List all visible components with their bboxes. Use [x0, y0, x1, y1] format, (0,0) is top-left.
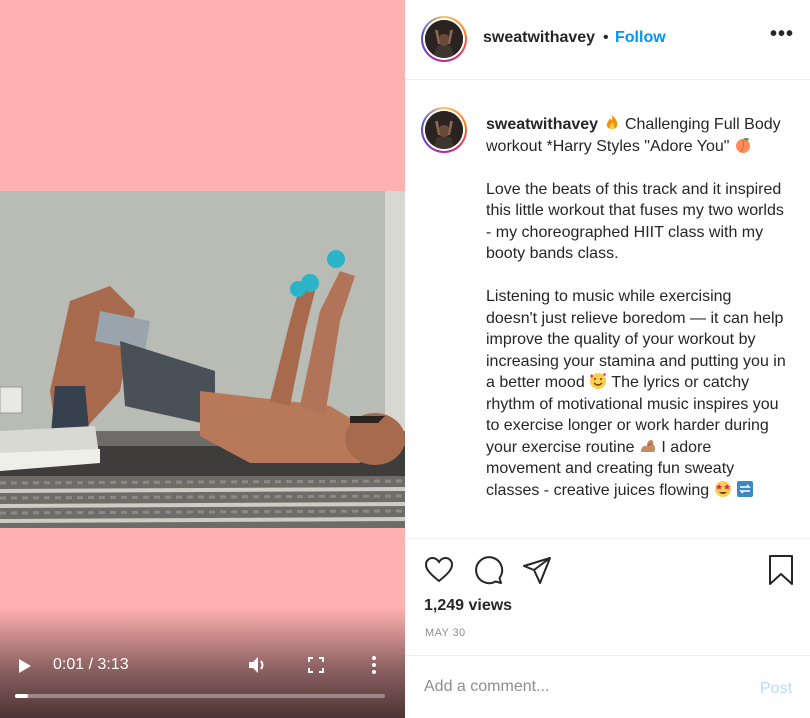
- video-progress-fill: [15, 694, 28, 698]
- video-controls: 0:01 / 3:13: [0, 648, 405, 682]
- follow-button[interactable]: Follow: [615, 29, 666, 47]
- post-panel: sweatwithavey • Follow ••• sweatwithavey…: [405, 0, 810, 718]
- video-progress-bar[interactable]: [15, 694, 385, 698]
- star-struck-emoji-icon: [714, 480, 732, 498]
- post-caption: sweatwithavey Challenging Full Body work…: [486, 114, 786, 523]
- arrows-emoji-icon: [736, 480, 754, 498]
- action-bar: [405, 552, 810, 592]
- bookmark-icon[interactable]: [765, 554, 797, 586]
- more-vertical-icon[interactable]: [366, 654, 382, 676]
- paper-plane-icon[interactable]: [521, 554, 553, 586]
- comment-icon[interactable]: [472, 554, 504, 586]
- caption-area[interactable]: sweatwithavey Challenging Full Body work…: [405, 81, 810, 539]
- video-player[interactable]: 0:01 / 3:13: [0, 0, 405, 718]
- post-comment-button[interactable]: Post: [760, 680, 792, 698]
- post-date[interactable]: MAY 30: [425, 627, 466, 639]
- follow-separator: •: [603, 29, 609, 46]
- fire-emoji-icon: [603, 114, 621, 132]
- heart-icon[interactable]: [423, 554, 455, 586]
- flexed-biceps-emoji-icon: [639, 437, 657, 455]
- caption-paragraph-2: Love the beats of this track and it insp…: [486, 180, 784, 263]
- author-username[interactable]: sweatwithavey: [483, 29, 595, 47]
- smiling-face-with-hearts-emoji-icon: [589, 372, 607, 390]
- comment-input[interactable]: [424, 678, 724, 696]
- caption-author-username[interactable]: sweatwithavey: [486, 116, 598, 133]
- comment-box: Post: [405, 655, 810, 718]
- play-icon[interactable]: [14, 656, 34, 676]
- video-time: 0:01 / 3:13: [53, 656, 129, 673]
- video-thumbnail: [0, 191, 405, 528]
- video-frame[interactable]: [0, 191, 405, 528]
- view-count[interactable]: 1,249 views: [424, 597, 512, 615]
- avatar[interactable]: [421, 107, 467, 153]
- volume-icon[interactable]: [246, 654, 270, 676]
- avatar[interactable]: [421, 16, 467, 62]
- peach-emoji-icon: [734, 136, 752, 154]
- options-button[interactable]: •••: [770, 24, 794, 50]
- post-header: sweatwithavey • Follow •••: [405, 0, 810, 80]
- fullscreen-icon[interactable]: [306, 655, 326, 675]
